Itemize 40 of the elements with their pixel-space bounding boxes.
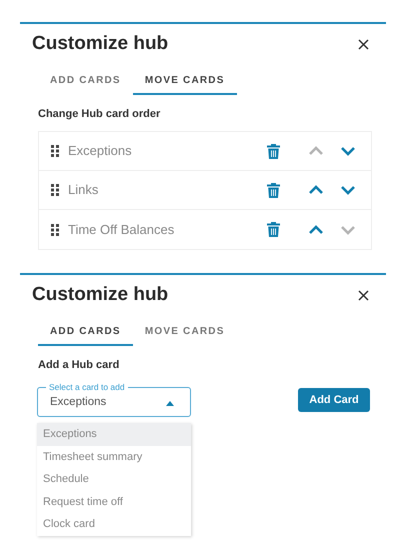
close-icon: [358, 290, 368, 300]
chevron-down-icon: [340, 146, 356, 156]
chevron-up-icon: [308, 146, 324, 156]
section-heading: Add a Hub card: [38, 358, 120, 373]
chevron-down-icon: [340, 224, 356, 234]
field-label: Select a card to add: [48, 382, 126, 393]
drag-handle-icon: [51, 184, 59, 196]
chevron-up-icon: [308, 185, 324, 195]
trash-icon: [266, 182, 280, 198]
caret-up-icon: [166, 400, 174, 406]
card-name: Time Off Balances: [68, 220, 176, 239]
dialog-title: Customize hub: [32, 32, 168, 56]
card-name: Links: [68, 181, 100, 200]
delete-button[interactable]: [265, 181, 281, 199]
chevron-up-icon: [308, 224, 324, 234]
delete-button[interactable]: [265, 220, 281, 238]
tab[interactable]: MOVE CARDS: [132, 319, 237, 346]
card-name: Exceptions: [68, 142, 133, 160]
delete-button[interactable]: [265, 142, 281, 160]
select-field[interactable]: Select a card to add Exceptions: [37, 382, 191, 417]
add-card-button[interactable]: Add Card: [298, 388, 370, 412]
dropdown-option[interactable]: Schedule: [37, 468, 191, 490]
chevron-down-icon: [340, 185, 356, 195]
close-icon: [358, 38, 368, 50]
dropdown-option[interactable]: Request time off: [37, 490, 191, 513]
tab[interactable]: ADD CARDS: [38, 319, 133, 346]
section-heading: Change Hub card order: [38, 106, 160, 122]
trash-icon: [266, 222, 280, 237]
drag-handle-icon: [51, 224, 59, 236]
close-button[interactable]: [356, 37, 370, 51]
dropdown-option[interactable]: Clock card: [37, 513, 191, 536]
select-value: Exceptions: [50, 395, 106, 410]
dropdown-option[interactable]: Timesheet summary: [37, 446, 191, 468]
close-button[interactable]: [356, 288, 370, 302]
dialog-title: Customize hub: [32, 282, 168, 307]
tab[interactable]: MOVE CARDS: [132, 68, 237, 95]
drag-handle-icon: [51, 145, 59, 157]
trash-icon: [266, 144, 280, 158]
tab[interactable]: ADD CARDS: [38, 68, 133, 95]
dropdown-option[interactable]: Exceptions: [37, 423, 191, 446]
